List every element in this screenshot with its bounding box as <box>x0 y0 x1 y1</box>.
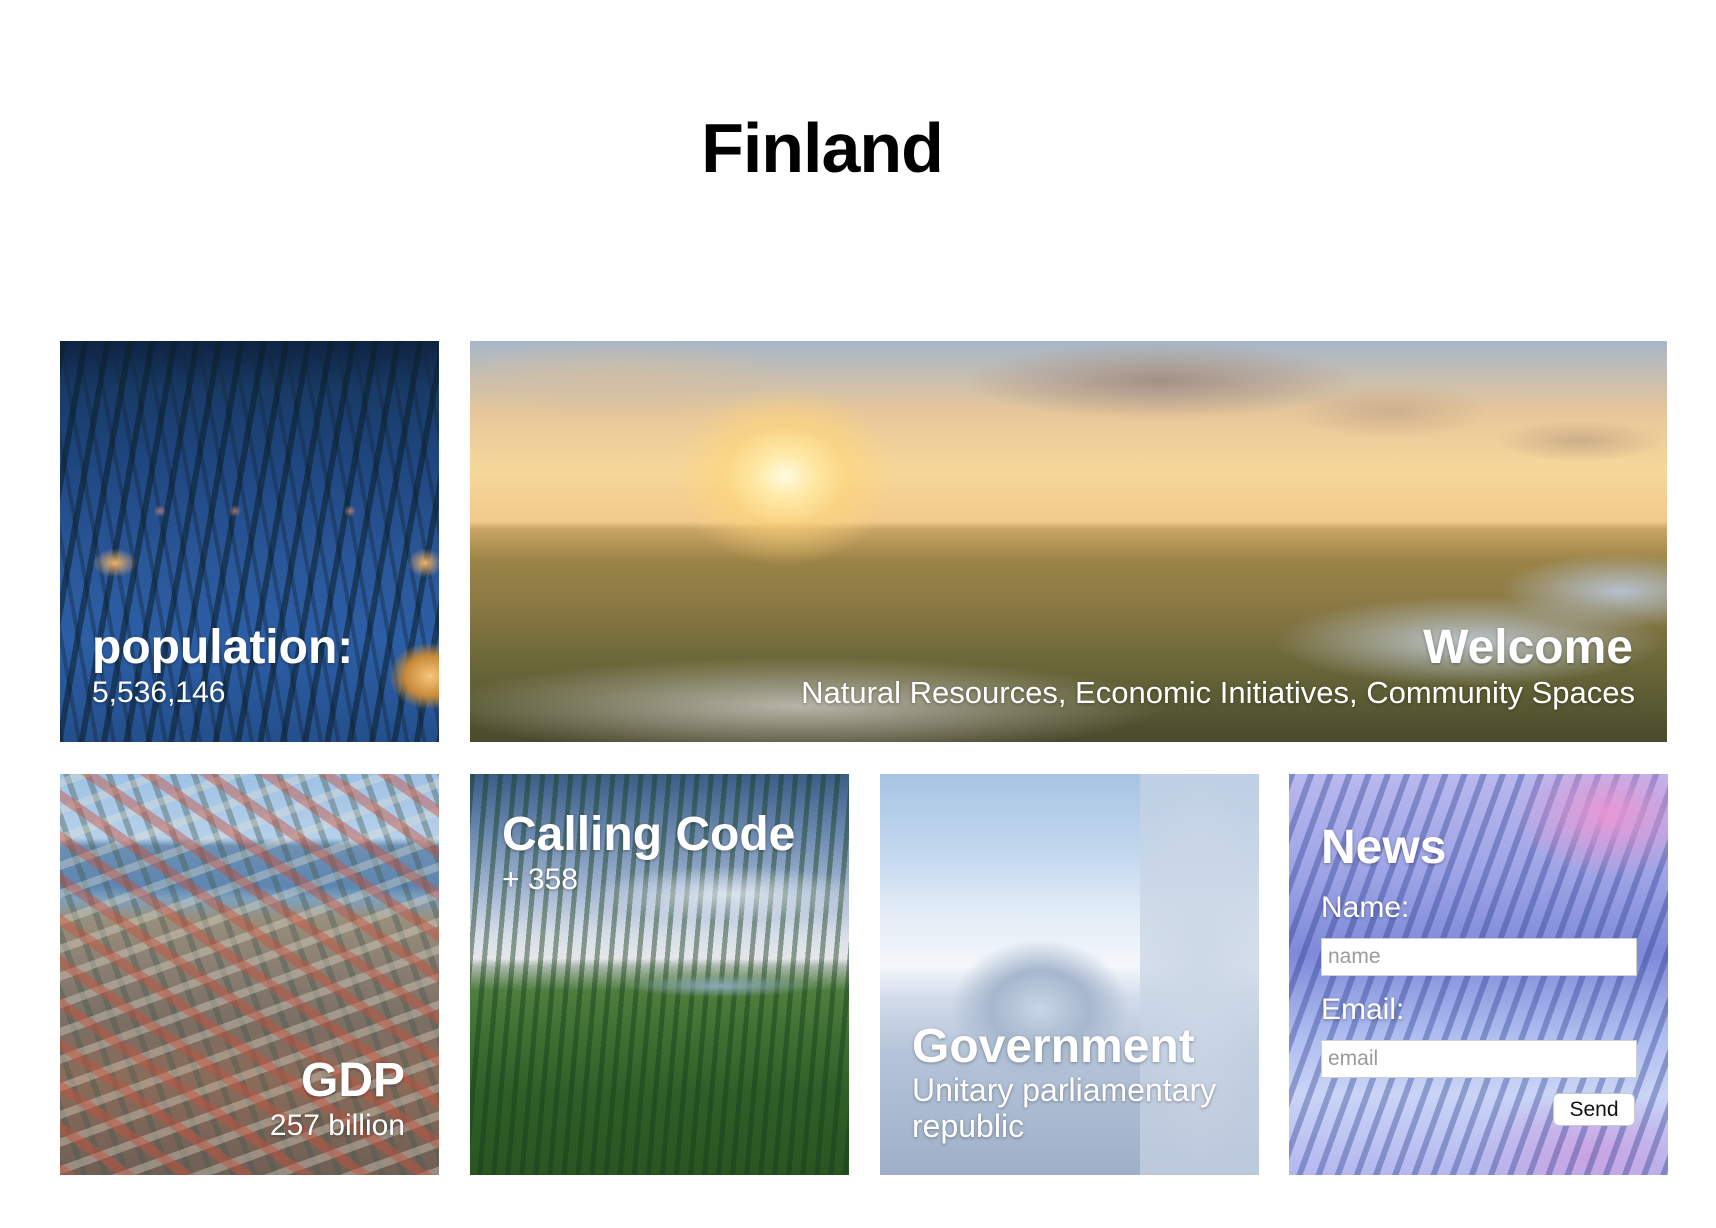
gdp-value: 257 billion <box>269 1109 405 1142</box>
name-label: Name: <box>1321 891 1410 924</box>
government-tile: Government Unitary parliamentary republi… <box>880 774 1259 1175</box>
welcome-title: Welcome <box>1423 621 1633 674</box>
news-tile: News Name: Email: Send <box>1289 774 1668 1175</box>
calling-code-title: Calling Code <box>502 808 796 861</box>
gdp-title: GDP <box>300 1054 405 1107</box>
page: Finland population: 5,536,146 Welcome Na… <box>0 0 1716 1228</box>
population-value: 5,536,146 <box>92 676 226 709</box>
gdp-tile: GDP 257 billion <box>60 774 439 1175</box>
calling-code-value: + 358 <box>502 863 578 896</box>
send-button[interactable]: Send <box>1553 1093 1635 1126</box>
government-title: Government <box>912 1020 1195 1073</box>
email-label: Email: <box>1321 993 1405 1026</box>
name-input[interactable] <box>1321 938 1637 976</box>
news-title: News <box>1321 821 1447 874</box>
population-tile: population: 5,536,146 <box>60 341 439 742</box>
welcome-subtitle: Natural Resources, Economic Initiatives,… <box>801 675 1635 710</box>
calling-code-tile: Calling Code + 358 <box>470 774 849 1175</box>
population-title: population: <box>92 621 354 674</box>
page-title: Finland <box>701 109 944 187</box>
welcome-tile: Welcome Natural Resources, Economic Init… <box>470 341 1667 742</box>
government-value: Unitary parliamentary republic <box>912 1072 1217 1144</box>
email-input[interactable] <box>1321 1040 1637 1078</box>
